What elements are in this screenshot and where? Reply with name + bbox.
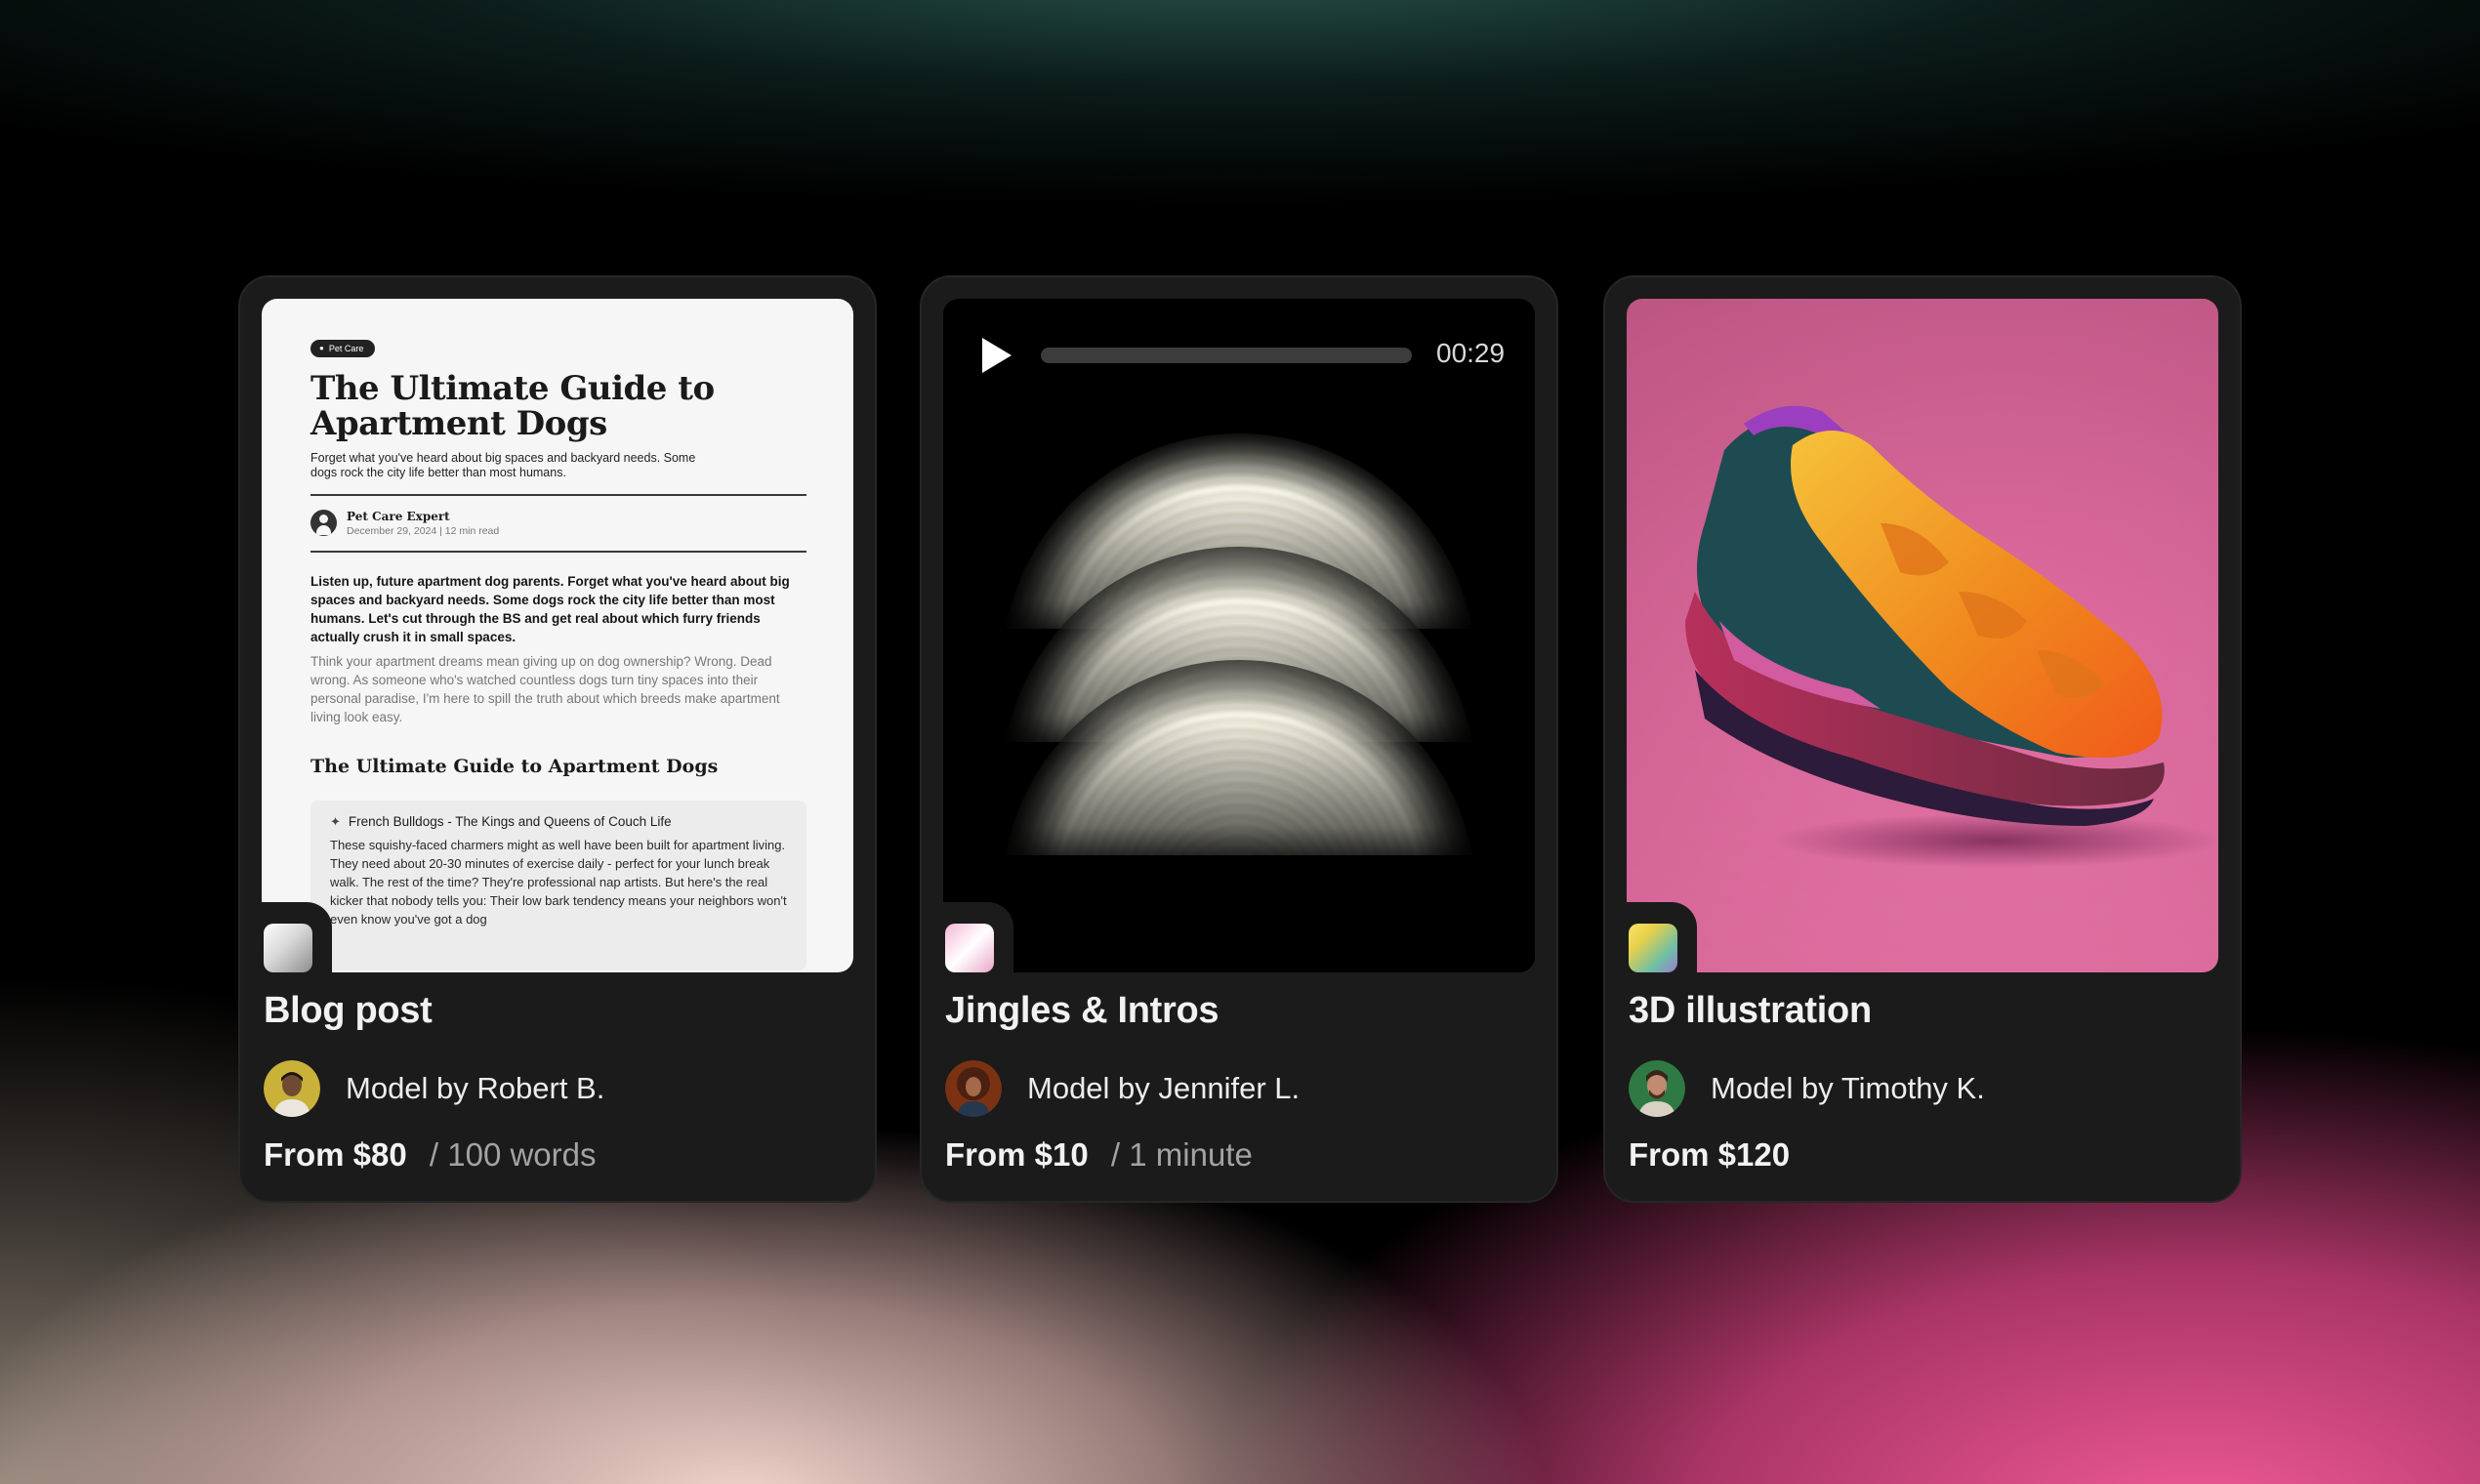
breed-box-title: French Bulldogs - The Kings and Queens o… (348, 814, 672, 829)
play-icon[interactable] (982, 338, 1012, 373)
avatar (1629, 1060, 1685, 1117)
avatar (264, 1060, 320, 1117)
price-unit: / 100 words (429, 1136, 597, 1173)
user-icon (310, 510, 337, 536)
article-title: The Ultimate Guide to Apartment Dogs (310, 368, 715, 443)
model-chip-icon (945, 924, 994, 972)
waveform-shape (1002, 660, 1476, 855)
audio-progress-track[interactable] (1041, 348, 1412, 363)
author-name: Model by Robert B. (346, 1071, 605, 1105)
shoe-image (1627, 299, 2218, 972)
byline: Pet Care Expert December 29, 2024 | 12 m… (310, 510, 806, 537)
paw-icon: ● (319, 344, 324, 352)
divider (310, 550, 806, 553)
byline-meta: December 29, 2024 | 12 min read (347, 524, 500, 537)
3d-illustration-card[interactable]: 3D illustration Model by Timothy K. From… (1603, 275, 2242, 1203)
card-title[interactable]: 3D illustration (1629, 990, 1872, 1032)
article-lead: Listen up, future apartment dog parents.… (310, 573, 790, 644)
price-row: From $10 / 1 minute (945, 1136, 1253, 1174)
model-chip-icon (264, 924, 312, 972)
blog-preview: ● Pet Care The Ultimate Guide to Apartme… (262, 299, 853, 972)
category-tag: ● Pet Care (310, 339, 376, 357)
author-name: Model by Jennifer L. (1027, 1071, 1301, 1105)
article-body: Think your apartment dreams mean giving … (310, 653, 780, 724)
card-title[interactable]: Blog post (264, 990, 433, 1032)
section-title: The Ultimate Guide to Apartment Dogs (310, 755, 719, 777)
jingles-card[interactable]: 00:29 Jingles & Intros Model by Jennifer… (920, 275, 1558, 1203)
price: From $10 (945, 1136, 1089, 1173)
author-row[interactable]: Model by Robert B. (264, 1060, 604, 1117)
author-row[interactable]: Model by Timothy K. (1629, 1060, 1985, 1117)
avatar (945, 1060, 1002, 1117)
article-subtitle: Forget what you've heard about big space… (310, 450, 696, 479)
author-row[interactable]: Model by Jennifer L. (945, 1060, 1300, 1117)
audio-time: 00:29 (1436, 338, 1506, 368)
divider (310, 493, 806, 496)
category-tag-label: Pet Care (328, 343, 364, 353)
dog-icon: ✦ (330, 813, 341, 829)
author-name: Model by Timothy K. (1711, 1071, 1985, 1105)
price-unit: / 1 minute (1110, 1136, 1253, 1173)
audio-preview: 00:29 (943, 299, 1535, 972)
card-title[interactable]: Jingles & Intros (945, 990, 1219, 1032)
model-chip-icon (1629, 924, 1677, 972)
breed-box: ✦ French Bulldogs - The Kings and Queens… (310, 800, 806, 970)
price: From $120 (1629, 1136, 1791, 1173)
byline-author: Pet Care Expert (347, 509, 450, 523)
blog-post-card[interactable]: ● Pet Care The Ultimate Guide to Apartme… (238, 275, 877, 1203)
breed-box-body: These squishy-faced charmers might as we… (330, 837, 787, 927)
price-row: From $80 / 100 words (264, 1136, 597, 1174)
price-row: From $120 (1629, 1136, 1790, 1174)
price: From $80 (264, 1136, 407, 1173)
